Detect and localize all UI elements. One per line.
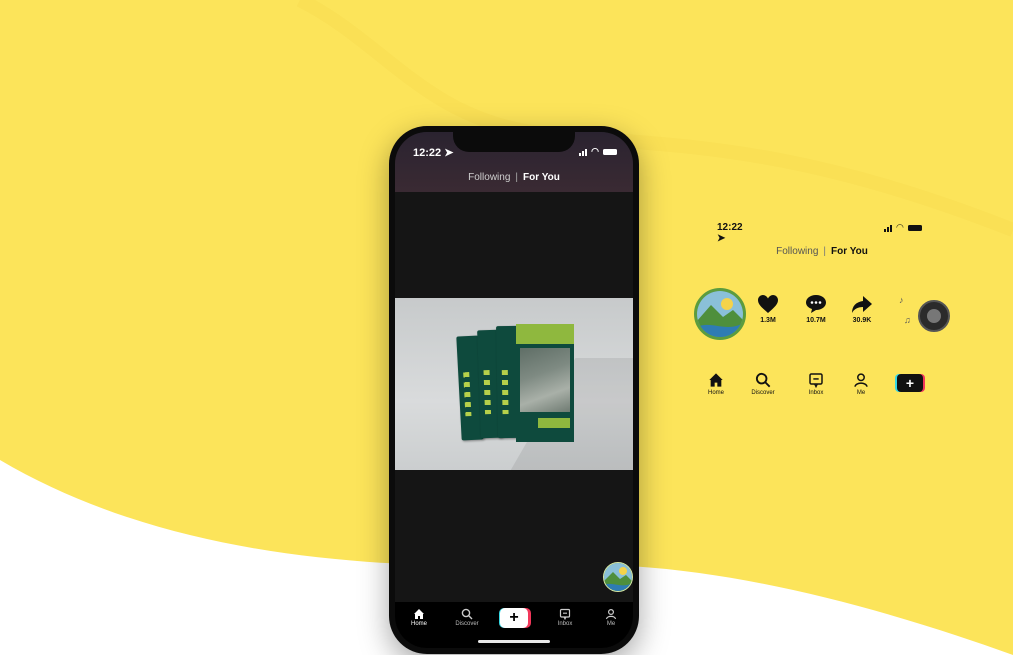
inbox-icon [559,608,571,620]
sheet-nav-inbox[interactable]: Inbox [796,372,836,396]
heart-icon [758,295,778,313]
tab-me-label: Me [606,621,616,627]
sheet-status-time: 12:22 ➤ [717,222,743,244]
home-icon [414,609,424,619]
music-disc-icon[interactable] [918,300,950,332]
sheet-nav-me-label: Me [856,390,866,396]
sheet-signal-icon [884,224,892,232]
sheet-tab-for-you[interactable]: For You [831,246,868,257]
phone-mockup: 12:22 ➤ ◠ Following | For You Home Disco… [389,126,639,654]
bottom-tab-bar: Home Discover + Inbox Me [395,602,633,648]
tab-me[interactable]: Me [591,608,631,627]
status-indicators: ◠ [579,146,617,157]
sheet-creator-avatar[interactable] [694,288,746,340]
sheet-nav-discover-label: Discover [751,390,775,396]
plus-icon: + [897,374,923,392]
tab-inbox-label: Inbox [557,621,573,627]
tab-discover-label: Discover [455,621,479,627]
landscape-avatar-icon [604,563,632,591]
comment-count: 10.7M [806,317,826,324]
phone-notch [453,132,575,152]
sheet-nav-discover[interactable]: Discover [743,372,783,396]
book-cover-image [520,348,570,412]
sheet-tab-separator: | [823,246,826,257]
tab-separator: | [515,172,518,183]
sheet-status-indicators: ◠ [884,222,922,233]
book-cover [516,324,574,442]
share-arrow-icon [852,296,872,313]
book-title-band [516,324,574,344]
sheet-nav-inbox-label: Inbox [808,390,824,396]
plus-icon: + [500,608,528,628]
home-icon [709,373,723,387]
landscape-avatar-icon [697,291,743,337]
tab-discover[interactable]: Discover [447,608,487,627]
tab-for-you[interactable]: For You [523,172,560,183]
sheet-create-video-button[interactable]: + [895,374,925,392]
tab-inbox[interactable]: Inbox [545,608,585,627]
sheet-nav-home[interactable]: Home [696,372,736,396]
book-footer-band [538,418,570,428]
music-note-icon: ♫ [904,315,911,325]
sheet-nav-home-label: Home [707,390,724,396]
comment-icon [806,295,826,313]
sheet-feed-tabs: Following | For You [762,246,882,257]
inbox-icon [809,373,823,388]
sheet-status-time-text: 12:22 [717,222,743,233]
tab-home[interactable]: Home [399,608,439,627]
tab-home-label: Home [410,621,427,627]
like-action[interactable]: 1.3M [750,294,786,324]
wifi-icon: ◠ [591,146,599,156]
location-arrow-icon: ➤ [444,147,454,159]
music-note-icon: ♪ [899,295,904,305]
video-feed[interactable] [395,192,633,602]
profile-icon [605,608,617,620]
profile-icon [854,373,868,387]
signal-icon [579,148,588,156]
feed-tabs: Following | For You [395,172,633,183]
status-time-text: 12:22 [413,147,442,159]
sheet-battery-icon [907,224,922,231]
search-icon [461,608,473,620]
sheet-nav-me[interactable]: Me [841,372,881,396]
create-video-button[interactable]: + [499,608,531,628]
share-action[interactable]: 30.9K [844,294,880,324]
share-count: 30.9K [852,317,872,324]
battery-icon [603,148,617,155]
phone-screen: 12:22 ➤ ◠ Following | For You Home Disco… [395,132,633,648]
search-icon [755,372,771,388]
status-time: 12:22 ➤ [413,146,453,159]
home-indicator [478,640,550,643]
like-count: 1.3M [760,317,776,324]
sheet-wifi-icon: ◠ [896,222,904,232]
sheet-location-arrow-icon: ➤ [717,233,726,244]
creator-avatar[interactable] [603,562,633,592]
comment-action[interactable]: 10.7M [798,294,834,324]
tab-following[interactable]: Following [468,172,510,183]
sheet-tab-following[interactable]: Following [776,246,818,257]
book-photo [395,298,633,470]
